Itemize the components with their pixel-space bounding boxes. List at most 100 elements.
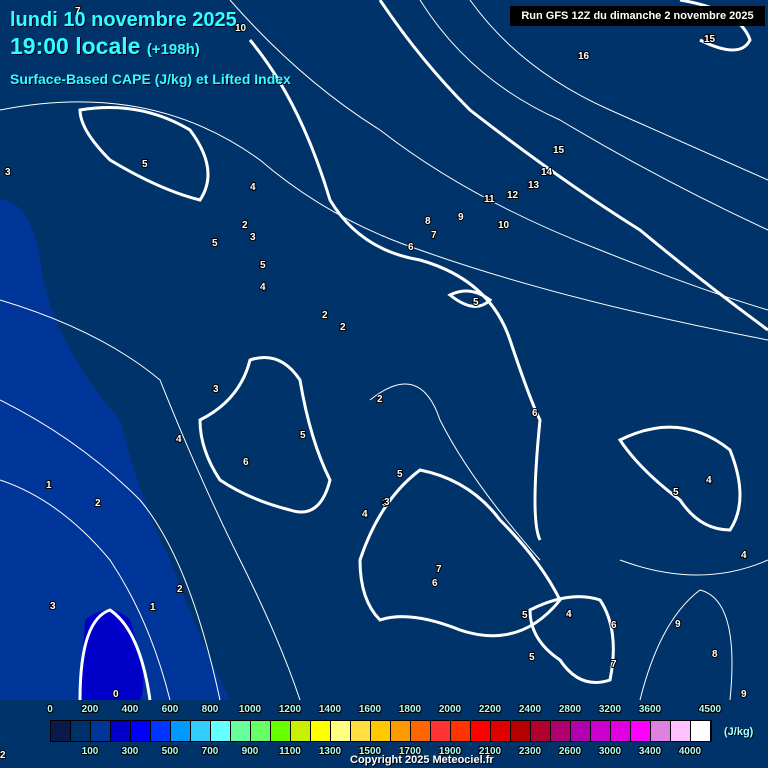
colorbar-cell xyxy=(611,721,631,741)
colorbar-cell xyxy=(191,721,211,741)
colorbar-cell xyxy=(91,721,111,741)
colorbar-cell xyxy=(371,721,391,741)
colorbar-top-label: 1600 xyxy=(358,704,382,715)
colorbar-cell xyxy=(471,721,491,741)
colorbar-cell xyxy=(451,721,471,741)
li-label: 4 xyxy=(566,609,572,620)
colorbar-bottom-label: 4000 xyxy=(678,746,702,757)
colorbar-cell xyxy=(591,721,611,741)
colorbar-top-label: 2800 xyxy=(558,704,582,715)
li-label: 5 xyxy=(142,159,148,170)
colorbar-bottom-label: 900 xyxy=(241,746,259,757)
li-label: 14 xyxy=(541,167,553,178)
colorbar-cell xyxy=(51,721,71,741)
li-label: 2 xyxy=(95,498,101,509)
colorbar-cell xyxy=(671,721,691,741)
li-label: 1 xyxy=(150,602,156,613)
li-label: 8 xyxy=(425,216,431,227)
colorbar-bottom-label: 2300 xyxy=(518,746,542,757)
li-label: 6 xyxy=(432,578,438,589)
li-label: 12 xyxy=(507,190,519,201)
forecast-date: lundi 10 novembre 2025 xyxy=(10,9,237,31)
colorbar-top-label: 800 xyxy=(201,704,219,715)
run-label: Run GFS 12Z du dimanche 2 novembre 2025 xyxy=(510,6,765,26)
colorbar-top-label: 3200 xyxy=(598,704,622,715)
colorbar-cell xyxy=(111,721,131,741)
colorbar-cell xyxy=(511,721,531,741)
li-label: 5 xyxy=(473,297,479,308)
li-label: 2 xyxy=(0,750,6,761)
colorbar-cell xyxy=(531,721,551,741)
li-label: 5 xyxy=(397,469,403,480)
colorbar-bottom-label: 500 xyxy=(161,746,179,757)
li-label: 3 xyxy=(5,167,11,178)
cape-map: 7 10 15 16 3 5 4 2 3 5 5 4 2 2 3 4 6 5 2… xyxy=(0,0,768,762)
li-label: 16 xyxy=(578,51,590,62)
colorbar-top-label: 3600 xyxy=(638,704,662,715)
li-label: 5 xyxy=(212,238,218,249)
colorbar-bottom-label: 300 xyxy=(121,746,139,757)
forecast-time: 19:00 locale (+198h) xyxy=(10,33,200,60)
li-label: 2 xyxy=(377,394,383,405)
li-label: 0 xyxy=(113,689,119,700)
li-label: 2 xyxy=(242,220,248,231)
colorbar-cell xyxy=(231,721,251,741)
colorbar-cell xyxy=(351,721,371,741)
colorbar-top-label: 2400 xyxy=(518,704,542,715)
li-label: 2 xyxy=(177,584,183,595)
li-label: 5 xyxy=(260,260,266,271)
li-label: 2 xyxy=(340,322,346,333)
colorbar-top-label: 0 xyxy=(47,704,53,715)
li-label: 9 xyxy=(741,689,747,700)
li-label: 13 xyxy=(528,180,540,191)
li-label: 5 xyxy=(522,610,528,621)
colorbar-cell xyxy=(211,721,231,741)
colorbar-top-label: 1400 xyxy=(318,704,342,715)
colorbar-top-label: 2200 xyxy=(478,704,502,715)
colorbar-cell xyxy=(71,721,91,741)
parameter-title: Surface-Based CAPE (J/kg) et Lifted Inde… xyxy=(10,71,291,87)
li-label: 4 xyxy=(176,434,182,445)
li-label: 10 xyxy=(498,220,510,231)
colorbar-top-label: 1800 xyxy=(398,704,422,715)
li-label: 8 xyxy=(712,649,718,660)
li-label: 9 xyxy=(675,619,681,630)
li-label: 4 xyxy=(741,550,747,561)
colorbar-cell xyxy=(311,721,331,741)
colorbar-cell xyxy=(551,721,571,741)
li-label: 2 xyxy=(322,310,328,321)
li-label: 5 xyxy=(529,652,535,663)
colorbar-unit: (J/kg) xyxy=(724,726,754,738)
colorbar-cell xyxy=(431,721,451,741)
colorbar-bottom-label: 1300 xyxy=(318,746,342,757)
li-label: 1 xyxy=(46,480,52,491)
li-label: 9 xyxy=(458,212,464,223)
li-label: 15 xyxy=(704,34,716,45)
colorbar xyxy=(50,720,712,742)
li-label: 4 xyxy=(250,182,256,193)
li-label: 5 xyxy=(673,487,679,498)
li-label: 3 xyxy=(384,497,390,508)
colorbar-cell xyxy=(651,721,671,741)
colorbar-bottom-label: 700 xyxy=(201,746,219,757)
colorbar-top-label: 1000 xyxy=(238,704,262,715)
li-label: 11 xyxy=(484,194,495,205)
li-label: 6 xyxy=(408,242,414,253)
li-label: 6 xyxy=(611,620,617,631)
li-label: 4 xyxy=(362,509,368,520)
colorbar-top-label: 200 xyxy=(81,704,99,715)
local-time: 19:00 locale xyxy=(10,33,141,59)
li-label: 7 xyxy=(611,659,617,670)
lead-time: (+198h) xyxy=(146,41,200,58)
colorbar-cell xyxy=(391,721,411,741)
colorbar-cell xyxy=(631,721,651,741)
colorbar-cell xyxy=(571,721,591,741)
colorbar-cell xyxy=(271,721,291,741)
colorbar-top-label: 4500 xyxy=(698,704,722,715)
colorbar-cell xyxy=(491,721,511,741)
colorbar-cell xyxy=(411,721,431,741)
colorbar-cell xyxy=(331,721,351,741)
colorbar-cell xyxy=(131,721,151,741)
colorbar-top-label: 1200 xyxy=(278,704,302,715)
colorbar-top-label: 400 xyxy=(121,704,139,715)
